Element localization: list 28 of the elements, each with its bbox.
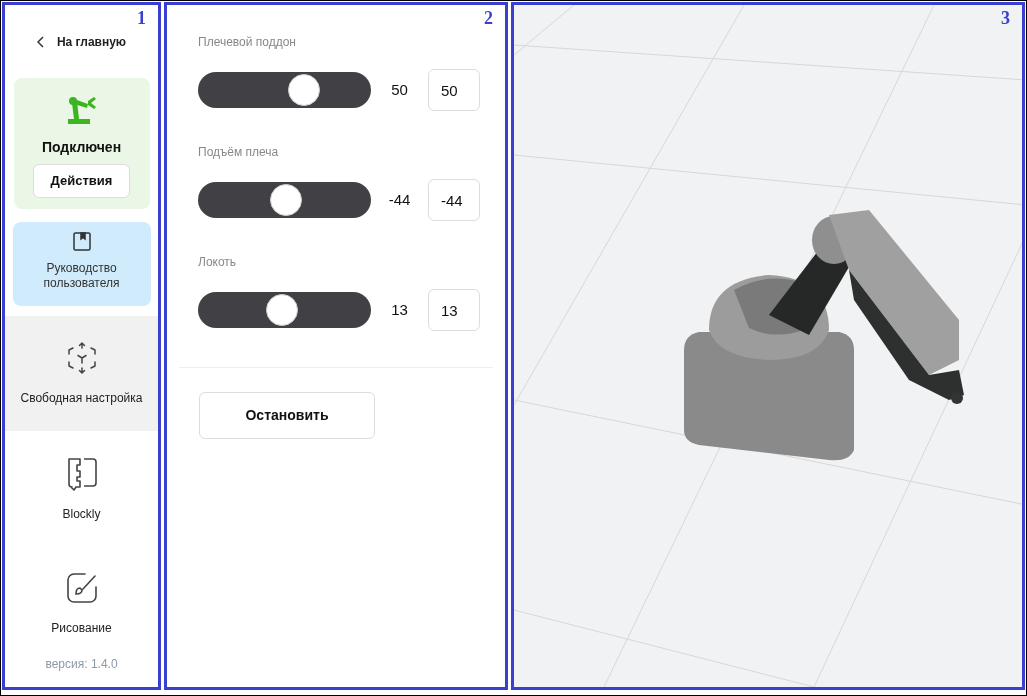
slider-track[interactable] [198,292,371,328]
nav-item[interactable]: Свободная настройка [5,316,158,431]
joint-reading: 13 [390,299,409,320]
panel-number: 2 [484,9,493,27]
slider-thumb[interactable] [269,184,302,216]
book-icon [72,232,91,251]
joint-reading: -44 [387,189,412,210]
brush-icon [64,570,99,605]
joint-label: Подъём плеча [198,144,280,161]
user-guide-card[interactable]: Руководство пользователя [12,222,151,306]
joint-input-field[interactable]: 50 [428,69,480,111]
panel-number: 3 [1001,9,1010,27]
joint-input-field[interactable]: -44 [428,179,480,221]
slider-track[interactable] [198,72,371,108]
panel-number: 1 [137,9,146,27]
back-link[interactable]: На главную [36,33,127,51]
chevron-left-icon [36,36,45,48]
joint-reading: 50 [390,79,409,100]
status-label: Подключен [41,138,122,157]
stop-button[interactable]: Остановить [199,392,375,439]
user-guide-label: Руководство пользователя [42,261,121,291]
joint-label: Локоть [198,254,238,271]
actions-button[interactable]: Действия [33,164,130,198]
slider-track[interactable] [198,182,371,218]
slider-thumb[interactable] [288,74,321,106]
slider-thumb[interactable] [265,294,298,326]
joint-input-field[interactable]: 13 [428,289,480,331]
joint-label: Плечевой поддон [198,34,297,51]
